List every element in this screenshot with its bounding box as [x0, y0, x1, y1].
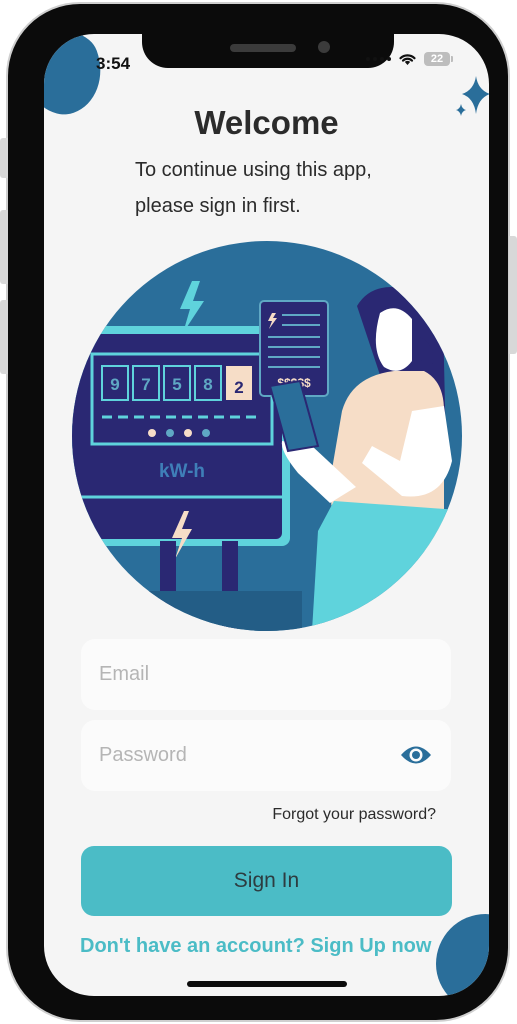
meter-digit-2: 7 — [141, 375, 150, 394]
email-input[interactable] — [99, 639, 399, 710]
phone-frame: 3:54 22 Welcome To continue using this a… — [8, 4, 508, 1020]
sign-in-button[interactable]: Sign In — [81, 846, 452, 916]
mute-switch — [0, 138, 8, 178]
page-title: Welcome — [194, 104, 339, 141]
status-time: 3:54 — [96, 54, 131, 73]
decor-blob-bottom-right — [436, 914, 489, 996]
volume-up-button — [0, 210, 8, 284]
signal-icon — [366, 57, 391, 61]
password-field[interactable] — [81, 720, 451, 791]
volume-down-button — [0, 300, 8, 374]
meter-digit-5: 2 — [234, 378, 243, 397]
battery-icon: 22 — [424, 52, 453, 66]
forgot-password-link[interactable]: Forgot your password? — [204, 806, 436, 824]
meter-digit-1: 9 — [110, 375, 119, 394]
electricity-meter-illustration: 9 7 5 8 2 kW-h — [72, 241, 462, 631]
meter-digit-4: 8 — [203, 375, 212, 394]
subtitle-line-1: To continue using this app, — [135, 159, 372, 181]
speaker — [230, 44, 296, 52]
status-indicators: 22 — [366, 52, 453, 66]
eye-icon[interactable] — [400, 742, 432, 768]
home-indicator — [187, 981, 347, 987]
subtitle-line-2: please sign in first. — [135, 195, 301, 217]
meter-digit-3: 5 — [172, 375, 181, 394]
sign-up-link[interactable]: Don't have an account? Sign Up now — [80, 935, 431, 958]
meter-unit-label: kW-h — [159, 461, 205, 482]
power-button — [509, 236, 517, 354]
app-screen: 3:54 22 Welcome To continue using this a… — [44, 34, 489, 996]
page-subtitle: To continue using this app, please sign … — [135, 152, 415, 224]
email-field[interactable] — [81, 639, 451, 710]
wifi-icon — [399, 54, 416, 65]
camera — [318, 41, 330, 53]
device-notch — [142, 34, 394, 68]
password-input[interactable] — [99, 720, 399, 791]
